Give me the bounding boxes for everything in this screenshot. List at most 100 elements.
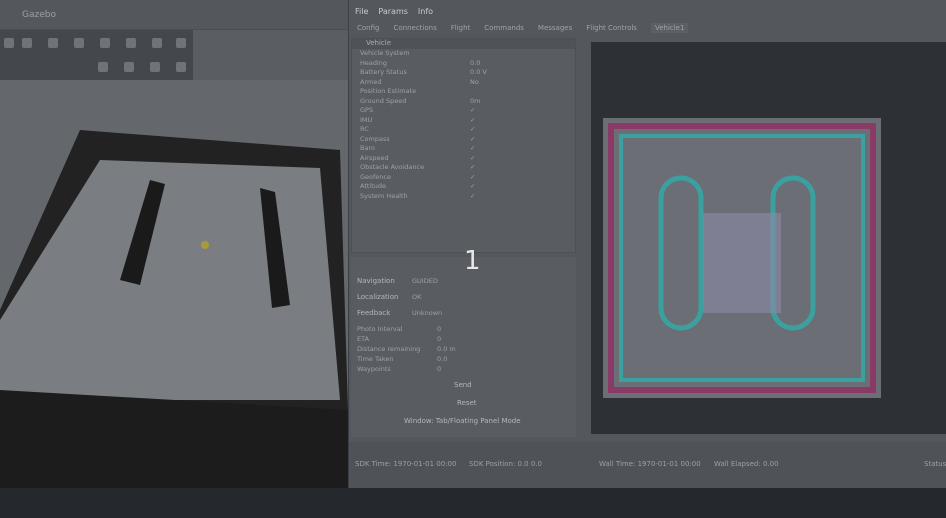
- menu-file[interactable]: File: [355, 7, 368, 16]
- tree-row[interactable]: Position Estimate: [352, 87, 575, 97]
- tab-messages[interactable]: Messages: [538, 24, 572, 32]
- tree-row[interactable]: RC ✓: [352, 125, 575, 135]
- simulator-toolbar: [0, 30, 193, 80]
- status-right: Status: [924, 460, 946, 468]
- tree-row-value: ✓: [470, 182, 476, 190]
- capsule-tool-icon[interactable]: [74, 38, 84, 48]
- tree-row-name: Ground Speed: [360, 96, 407, 105]
- tree-row[interactable]: Compass ✓: [352, 135, 575, 145]
- tree-row-value: 0m: [470, 96, 481, 105]
- stat-row: Photo Interval 0: [357, 325, 456, 335]
- menu-bar: File Params Info: [355, 7, 433, 16]
- tree-row-value: 0.0: [470, 58, 481, 67]
- stat-row: Distance remaining 0.0 m: [357, 345, 456, 355]
- tree-row-value: ✓: [470, 144, 476, 152]
- tree-row[interactable]: System Health ✓: [352, 192, 575, 202]
- tree-row[interactable]: Ground Speed 0m: [352, 97, 575, 107]
- sdk-position: SDK Position: 0.0 0.0: [469, 460, 542, 468]
- tree-row-name: Baro: [360, 144, 375, 152]
- tree-row-name: Geofence: [360, 172, 391, 181]
- tree-row-value: No: [470, 77, 479, 86]
- tree-row-value: ✓: [470, 191, 476, 200]
- tree-row-value: ✓: [470, 163, 476, 171]
- tree-row[interactable]: Geofence ✓: [352, 173, 575, 183]
- localization-value: OK: [412, 293, 422, 301]
- tree-row[interactable]: Battery Status 0.0 V: [352, 68, 575, 78]
- taskbar: [0, 488, 946, 518]
- navigation-value: GUIDED: [412, 277, 438, 285]
- tree-row[interactable]: IMU ✓: [352, 116, 575, 126]
- tab-flight-controls[interactable]: Flight Controls: [586, 24, 637, 32]
- 3d-viewport[interactable]: [0, 80, 348, 488]
- panel-header: Vehicle: [352, 39, 575, 49]
- tab-vehicle1[interactable]: Vehicle1: [650, 23, 689, 33]
- tab-connections[interactable]: Connections: [393, 24, 436, 32]
- stat-value: 0: [437, 365, 442, 373]
- feedback-value: Unknown: [412, 309, 443, 317]
- snap-tool-icon[interactable]: [150, 62, 160, 72]
- sphere-tool-icon[interactable]: [4, 38, 14, 48]
- tree-row-name: Armed: [360, 77, 382, 86]
- scale-tool-icon[interactable]: [176, 38, 186, 48]
- stat-value: 0: [437, 335, 442, 343]
- sdk-time: SDK Time: 1970-01-01 00:00: [355, 460, 457, 468]
- tree-row[interactable]: Armed No: [352, 78, 575, 88]
- step-marker: 1: [464, 246, 481, 276]
- tree-row-value: ✓: [470, 134, 476, 143]
- tree-row-value: ✓: [470, 106, 476, 114]
- tree-row[interactable]: Attitude ✓: [352, 182, 575, 192]
- tab-bar: Config Connections Flight Commands Messa…: [349, 20, 946, 36]
- tree-row-value: ✓: [470, 125, 476, 133]
- tab-flight[interactable]: Flight: [451, 24, 471, 32]
- stat-row: Waypoints 0: [357, 365, 456, 375]
- stat-value: 0.0: [437, 355, 448, 363]
- stat-label: Photo Interval: [357, 325, 403, 333]
- box-tool-icon[interactable]: [22, 38, 32, 48]
- tab-config[interactable]: Config: [357, 24, 379, 32]
- wall-time: Wall Time: 1970-01-01 00:00: [599, 460, 701, 468]
- tree-row-name: Compass: [360, 134, 390, 143]
- window-title: Gazebo: [22, 10, 56, 20]
- screenshot-tool-icon[interactable]: [98, 62, 108, 72]
- stat-label: Waypoints: [357, 365, 391, 373]
- map-view[interactable]: [591, 42, 946, 434]
- window-mode-button[interactable]: Window: Tab/Floating Panel Mode: [396, 415, 529, 427]
- light-tool-icon[interactable]: [100, 38, 110, 48]
- tree-row-name: Obstacle Avoidance: [360, 163, 425, 171]
- translate-tool-icon[interactable]: [126, 38, 136, 48]
- vehicle-tree-panel: Vehicle Vehicle System Heading 0.0 Battery …: [351, 38, 576, 253]
- tree-row-value: ✓: [470, 153, 476, 162]
- tree-row-name: Attitude: [360, 182, 387, 190]
- tree-row-name: Vehicle System: [360, 49, 410, 57]
- tree-row[interactable]: Vehicle System: [352, 49, 575, 59]
- simulator-titlebar: Gazebo: [0, 0, 348, 30]
- stat-value: 0.0 m: [437, 345, 456, 353]
- info-panel: Navigation GUIDED Localization OK Feedback…: [351, 257, 576, 437]
- tab-commands[interactable]: Commands: [484, 24, 524, 32]
- tree-row[interactable]: Obstacle Avoidance ✓: [352, 163, 575, 173]
- tree-row[interactable]: GPS ✓: [352, 106, 575, 116]
- stat-label: Distance remaining: [357, 345, 421, 353]
- reset-button[interactable]: Reset: [449, 397, 485, 409]
- tree-row-name: Heading: [360, 58, 388, 67]
- view-tool-icon[interactable]: [176, 62, 186, 72]
- wall-elapsed: Wall Elapsed: 0.00: [714, 460, 779, 468]
- feedback-label: Feedback: [357, 309, 391, 317]
- tree-row-value: 0.0 V: [470, 68, 487, 76]
- tree-row[interactable]: Baro ✓: [352, 144, 575, 154]
- cylinder-tool-icon[interactable]: [48, 38, 58, 48]
- navigation-label: Navigation: [357, 277, 395, 285]
- tree-row-name: Airspeed: [360, 153, 389, 162]
- send-button[interactable]: Send: [446, 379, 480, 391]
- tree-row[interactable]: Heading 0.0: [352, 59, 575, 69]
- status-bar: SDK Time: 1970-01-01 00:00 SDK Position:…: [349, 442, 946, 488]
- tree-row-value: ✓: [470, 172, 476, 181]
- occupancy-map: [603, 118, 881, 398]
- menu-params[interactable]: Params: [378, 7, 408, 16]
- scene-render: [0, 130, 348, 488]
- tree-row-name: GPS: [360, 106, 374, 114]
- tree-row[interactable]: Airspeed ✓: [352, 154, 575, 164]
- rotate-tool-icon[interactable]: [152, 38, 162, 48]
- menu-info[interactable]: Info: [418, 7, 433, 16]
- align-tool-icon[interactable]: [124, 62, 134, 72]
